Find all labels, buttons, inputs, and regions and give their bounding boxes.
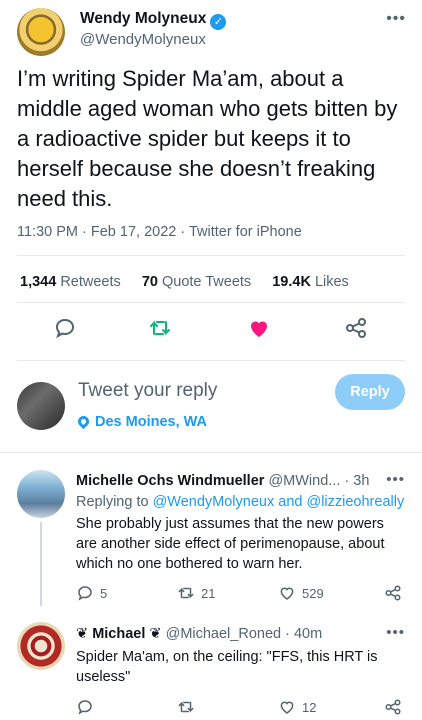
location-pin-icon [75,413,92,430]
divider [17,360,405,361]
retweets-count: 1,344 [20,274,57,290]
replying-prefix: Replying to [76,494,149,510]
flower-emoji-icon: ❦ [149,626,162,642]
quotes-label: Quote Tweets [161,274,252,290]
divider [17,255,405,256]
share-icon[interactable] [344,316,368,340]
reply-tweet[interactable]: Michelle Ochs Windmueller @MWind... · 3h… [0,456,422,606]
likes-label: Likes [314,274,349,290]
replying-to: Replying to @WendyMolyneux and @lizzieoh… [76,494,404,510]
retweet-icon [178,587,194,599]
retweets-stat[interactable]: 1,344 Retweets [20,274,121,290]
reply-actions: 5 21 529 [76,584,406,604]
author-handle[interactable]: @WendyMolyneux [80,31,206,48]
reply-header: Michelle Ochs Windmueller @MWind... · 3h [76,473,369,489]
reply-icon[interactable] [53,316,77,340]
retweets-label: Retweets [60,274,121,290]
reply-button[interactable]: Reply [335,374,405,410]
share-icon[interactable] [384,584,402,602]
retweet-action[interactable]: 21 [177,584,215,602]
reply-author-handle[interactable]: @MWind... [268,473,340,489]
reply-icon[interactable] [76,698,94,716]
avatar[interactable] [17,8,65,56]
like-action[interactable]: 12 [278,698,316,716]
author-name[interactable]: Wendy Molyneux ✓ [80,10,227,30]
reply-time[interactable]: · 40m [285,626,322,642]
reply-time[interactable]: · 3h [344,473,369,489]
like-count: 12 [302,699,317,715]
tweet-text: I’m writing Spider Ma’am, about a middle… [17,66,398,211]
like-icon [280,587,294,600]
replying-to-links[interactable]: @WendyMolyneux and @lizzieohreally [153,494,405,510]
thread-line [40,522,42,606]
location-text: Des Moines, WA [95,414,207,430]
retweet-icon[interactable] [148,316,172,340]
likes-stat[interactable]: 19.4K Likes [272,274,349,290]
retweet-count: 21 [201,585,216,601]
author-name-text[interactable]: Wendy Molyneux [80,10,206,27]
reply-tweet[interactable]: ❦ Michael ❦ @Michael_Roned · 40m ••• Spi… [0,612,422,720]
like-icon[interactable] [247,316,271,340]
like-action[interactable]: 529 [278,584,324,602]
reply-composer: Tweet your reply Reply Des Moines, WA [0,364,422,444]
avatar[interactable] [17,470,65,518]
share-icon[interactable] [384,698,402,716]
quotes-count: 70 [141,274,158,290]
avatar[interactable] [17,382,65,430]
reply-text: Spider Ma'am, on the ceiling: "FFS, this… [76,649,378,685]
tweet-header: Wendy Molyneux ✓ @WendyMolyneux ••• [17,6,412,56]
more-options-icon[interactable]: ••• [386,624,405,641]
reply-author-handle[interactable]: @Michael_Roned [166,626,281,642]
quote-tweets-stat[interactable]: 70 Quote Tweets [142,274,251,290]
divider [0,452,422,453]
reply-author-name[interactable]: Michelle Ochs Windmueller [76,473,264,489]
retweet-icon[interactable] [177,698,195,716]
like-icon [280,701,294,714]
flower-emoji-icon: ❦ [76,626,89,642]
divider [17,302,405,303]
tweet-actions [0,316,422,346]
tweet-stats: 1,344 Retweets 70 Quote Tweets 19.4K Lik… [20,274,366,290]
reply-input[interactable]: Tweet your reply [78,380,217,402]
more-options-icon[interactable]: ••• [386,10,406,28]
reply-count: 5 [100,585,108,601]
reply-action[interactable]: 5 [76,584,107,602]
avatar[interactable] [17,622,65,670]
reply-text: She probably just assumes that the new p… [76,516,385,572]
reply-actions: 12 [76,698,406,718]
reply-icon [78,586,92,601]
location-tag[interactable]: Des Moines, WA [75,413,207,430]
tweet-meta[interactable]: 11:30 PM · Feb 17, 2022 · Twitter for iP… [17,224,302,240]
more-options-icon[interactable]: ••• [386,471,405,488]
likes-count: 19.4K [272,274,311,290]
verified-badge-icon: ✓ [210,14,227,30]
reply-author-name[interactable]: Michael [92,626,145,642]
like-count: 529 [302,585,324,601]
reply-header: ❦ Michael ❦ @Michael_Roned · 40m [76,626,322,642]
